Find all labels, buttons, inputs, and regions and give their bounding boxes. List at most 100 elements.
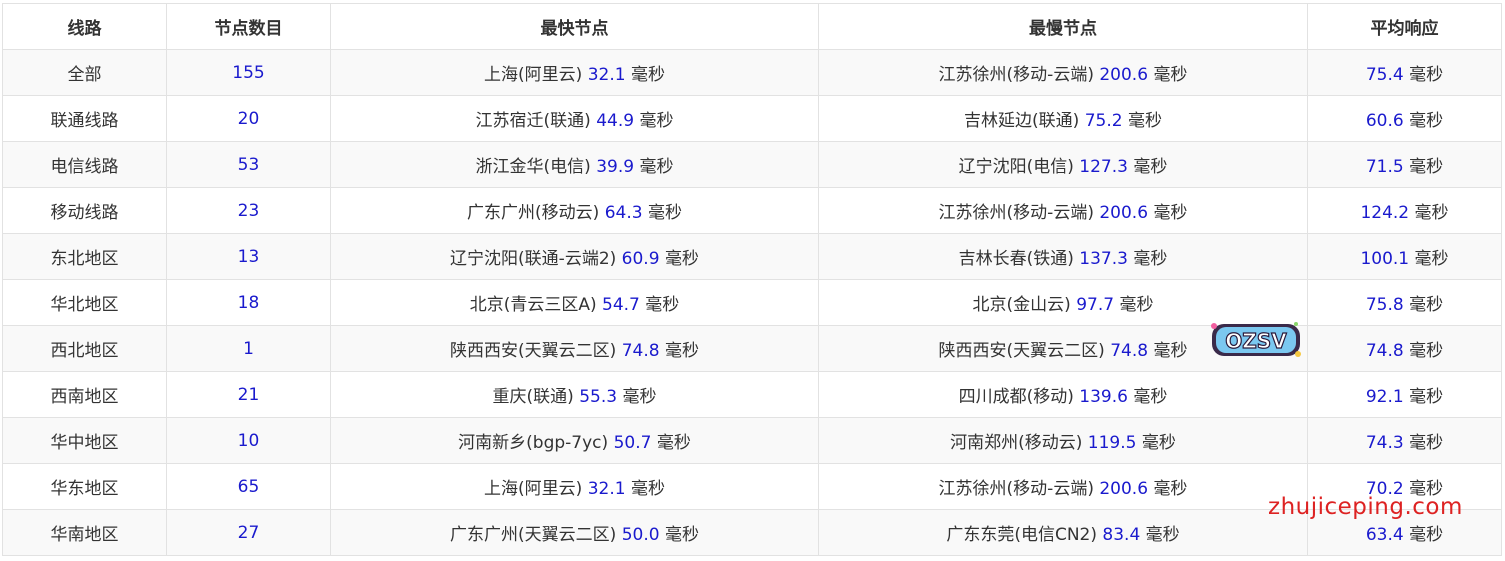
fastest-node-name: 辽宁沈阳(联通-云端2)	[450, 249, 617, 269]
average-ms: 100.1	[1360, 249, 1410, 269]
unit-label: 毫秒	[639, 111, 674, 131]
slowest-node-ms: 139.6	[1079, 387, 1128, 407]
slowest-node-name: 江苏徐州(移动-云端)	[938, 65, 1094, 85]
node-count: 13	[237, 246, 260, 267]
route-name: 华北地区	[50, 295, 119, 315]
cell-route: 西南地区	[2, 371, 167, 418]
fastest-node-name: 陕西西安(天翼云二区)	[450, 341, 617, 361]
cell-average: 92.1 毫秒	[1307, 371, 1502, 418]
slowest-node-ms: 127.3	[1079, 157, 1128, 177]
cell-count: 21	[166, 371, 331, 418]
slowest-node-name: 吉林延边(联通)	[964, 111, 1080, 131]
cell-slowest: 江苏徐州(移动-云端) 200.6 毫秒	[818, 463, 1308, 510]
fastest-node-ms: 60.9	[621, 249, 660, 269]
node-count: 53	[237, 154, 260, 175]
cell-slowest: 江苏徐州(移动-云端) 200.6 毫秒	[818, 49, 1308, 96]
unit-label: 毫秒	[1409, 111, 1444, 131]
cell-fastest: 广东广州(天翼云二区) 50.0 毫秒	[330, 509, 819, 556]
unit-label: 毫秒	[1409, 65, 1444, 85]
unit-label: 毫秒	[1409, 525, 1444, 545]
cell-route: 移动线路	[2, 187, 167, 234]
cell-fastest: 北京(青云三区A) 54.7 毫秒	[330, 279, 819, 326]
table-row: 移动线路 23 广东广州(移动云) 64.3 毫秒 江苏徐州(移动-云端) 200.6…	[2, 187, 1502, 234]
fastest-node-ms: 32.1	[587, 65, 626, 85]
unit-label: 毫秒	[1409, 341, 1444, 361]
average-ms: 60.6	[1365, 111, 1404, 131]
unit-label: 毫秒	[1133, 157, 1168, 177]
table-body: 全部 155 上海(阿里云) 32.1 毫秒 江苏徐州(移动-云端) 200.6 毫秒…	[2, 49, 1502, 556]
node-count: 155	[232, 62, 265, 83]
header-slowest: 最慢节点	[818, 3, 1308, 50]
fastest-node-ms: 64.3	[604, 203, 643, 223]
fastest-node-name: 上海(阿里云)	[484, 479, 583, 499]
fastest-node-ms: 44.9	[596, 111, 635, 131]
unit-label: 毫秒	[1153, 65, 1188, 85]
cell-fastest: 河南新乡(bgp-7yc) 50.7 毫秒	[330, 417, 819, 464]
cell-fastest: 浙江金华(电信) 39.9 毫秒	[330, 141, 819, 188]
cell-slowest: 江苏徐州(移动-云端) 200.6 毫秒	[818, 187, 1308, 234]
cell-average: 60.6 毫秒	[1307, 95, 1502, 142]
cell-slowest: 四川成都(移动) 139.6 毫秒	[818, 371, 1308, 418]
unit-label: 毫秒	[1145, 525, 1180, 545]
unit-label: 毫秒	[664, 341, 699, 361]
logo-text: OZSV	[1225, 329, 1287, 353]
slowest-node-ms: 75.2	[1084, 111, 1123, 131]
cell-route: 华中地区	[2, 417, 167, 464]
average-ms: 63.4	[1365, 525, 1404, 545]
cell-slowest: 吉林延边(联通) 75.2 毫秒	[818, 95, 1308, 142]
cell-average: 75.8 毫秒	[1307, 279, 1502, 326]
average-ms: 124.2	[1360, 203, 1410, 223]
cell-fastest: 辽宁沈阳(联通-云端2) 60.9 毫秒	[330, 233, 819, 280]
cell-slowest: 广东东莞(电信CN2) 83.4 毫秒	[818, 509, 1308, 556]
cell-route: 东北地区	[2, 233, 167, 280]
node-count: 27	[237, 522, 260, 543]
cell-count: 155	[166, 49, 331, 96]
cell-count: 27	[166, 509, 331, 556]
table-row: 全部 155 上海(阿里云) 32.1 毫秒 江苏徐州(移动-云端) 200.6 毫秒…	[2, 49, 1502, 96]
route-name: 西南地区	[50, 387, 119, 407]
route-name: 华南地区	[50, 525, 119, 545]
average-ms: 75.4	[1365, 65, 1404, 85]
route-name: 华中地区	[50, 433, 119, 453]
unit-label: 毫秒	[664, 249, 699, 269]
cell-slowest: 辽宁沈阳(电信) 127.3 毫秒	[818, 141, 1308, 188]
node-count: 65	[237, 476, 260, 497]
unit-label: 毫秒	[1153, 479, 1188, 499]
ozsv-logo-icon: OZSV	[1211, 322, 1301, 357]
unit-label: 毫秒	[1153, 341, 1188, 361]
slowest-node-name: 江苏徐州(移动-云端)	[938, 479, 1094, 499]
header-row: 线路 节点数目 最快节点 最慢节点 平均响应	[2, 3, 1502, 50]
cell-fastest: 重庆(联通) 55.3 毫秒	[330, 371, 819, 418]
table-row: 华中地区 10 河南新乡(bgp-7yc) 50.7 毫秒 河南郑州(移动云) 119…	[2, 417, 1502, 464]
slowest-node-name: 四川成都(移动)	[958, 387, 1074, 407]
fastest-node-name: 北京(青云三区A)	[469, 295, 597, 315]
slowest-node-ms: 200.6	[1099, 479, 1149, 499]
fastest-node-ms: 55.3	[579, 387, 618, 407]
cell-count: 23	[166, 187, 331, 234]
unit-label: 毫秒	[1153, 203, 1188, 223]
header-fastest: 最快节点	[330, 3, 819, 50]
cell-count: 1	[166, 325, 331, 372]
slowest-node-ms: 119.5	[1087, 433, 1137, 453]
cell-route: 华南地区	[2, 509, 167, 556]
fastest-node-name: 广东广州(移动云)	[467, 203, 600, 223]
cell-average: 71.5 毫秒	[1307, 141, 1502, 188]
cell-route: 电信线路	[2, 141, 167, 188]
route-name: 联通线路	[50, 111, 119, 131]
site-watermark: zhujiceping.com	[1268, 494, 1463, 520]
fastest-node-ms: 39.9	[596, 157, 635, 177]
fastest-node-name: 上海(阿里云)	[484, 65, 583, 85]
fastest-node-ms: 74.8	[621, 341, 660, 361]
average-ms: 71.5	[1365, 157, 1404, 177]
cell-count: 18	[166, 279, 331, 326]
cell-count: 13	[166, 233, 331, 280]
slowest-node-ms: 83.4	[1102, 525, 1141, 545]
slowest-node-name: 吉林长春(铁通)	[958, 249, 1074, 269]
cell-average: 74.8 毫秒	[1307, 325, 1502, 372]
cell-average: 75.4 毫秒	[1307, 49, 1502, 96]
unit-label: 毫秒	[1409, 157, 1444, 177]
route-name: 移动线路	[50, 203, 119, 223]
cell-route: 联通线路	[2, 95, 167, 142]
header-average: 平均响应	[1307, 3, 1502, 50]
fastest-node-name: 河南新乡(bgp-7yc)	[458, 433, 609, 453]
